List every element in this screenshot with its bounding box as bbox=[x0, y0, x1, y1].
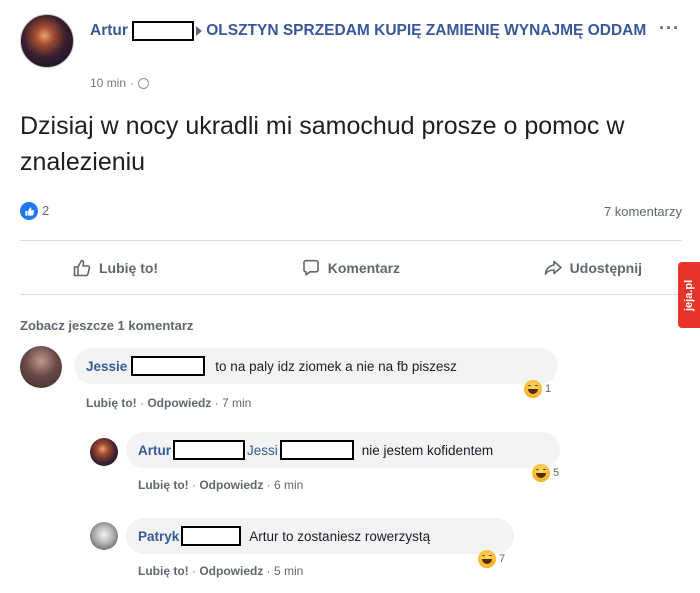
share-icon bbox=[544, 260, 562, 275]
redaction-box bbox=[279, 440, 354, 460]
comment-time[interactable]: 6 min bbox=[274, 478, 303, 492]
commenter-avatar[interactable] bbox=[20, 346, 62, 388]
comment-text: nie jestem kofidentem bbox=[361, 442, 494, 458]
redaction-box bbox=[132, 20, 195, 41]
redaction-box bbox=[181, 526, 242, 546]
like-button[interactable]: Lubię to! bbox=[72, 258, 158, 278]
post-header-title: Artur OLSZTYN SPRZEDAM KUPIĘ ZAMIENIĘ WY… bbox=[90, 20, 650, 42]
share-label: Udostępnij bbox=[569, 260, 642, 276]
comment-bubble: Patryk Artur to zostaniesz rowerzystą bbox=[126, 518, 514, 554]
post-time[interactable]: 10 min bbox=[90, 76, 126, 90]
watermark-logo: jeja.pl bbox=[678, 262, 700, 328]
comment-meta: Lubię to! · Odpowiedz · 6 min bbox=[138, 478, 304, 492]
reaction-count[interactable]: 2 bbox=[42, 203, 49, 218]
post-body: Dzisiaj w nocy ukradli mi samochud prosz… bbox=[20, 112, 625, 176]
divider bbox=[20, 294, 682, 295]
see-more-comments[interactable]: Zobacz jeszcze 1 komentarz bbox=[20, 318, 193, 333]
comment-reaction-count: 7 bbox=[499, 553, 506, 565]
comment-text: Artur to zostaniesz rowerzystą bbox=[249, 528, 431, 544]
reactions-bar: 2 7 komentarzy bbox=[20, 200, 682, 224]
more-options-icon[interactable]: ··· bbox=[659, 18, 680, 39]
like-reaction-icon[interactable] bbox=[20, 202, 38, 220]
post-meta: 10 min · bbox=[90, 76, 150, 90]
divider bbox=[20, 240, 682, 241]
arrow-right-icon bbox=[196, 25, 203, 36]
comment-reply-link[interactable]: Odpowiedz bbox=[147, 396, 211, 410]
comment-reactions[interactable]: 7 bbox=[478, 550, 505, 568]
comment-reactions[interactable]: 5 bbox=[532, 464, 559, 482]
comment-bubble: Jessie to na paly idz ziomek a nie na fb… bbox=[74, 348, 558, 384]
comment-meta: Lubię to! · Odpowiedz · 5 min bbox=[138, 564, 304, 578]
group-name[interactable]: OLSZTYN SPRZEDAM KUPIĘ ZAMIENIĘ WYNAJMĘ … bbox=[206, 22, 646, 39]
haha-icon bbox=[532, 464, 550, 482]
share-button[interactable]: Udostępnij bbox=[543, 258, 642, 278]
mention-name[interactable]: Jessi bbox=[247, 443, 278, 458]
comment-reaction-count: 1 bbox=[545, 383, 552, 395]
comment-time[interactable]: 5 min bbox=[274, 564, 303, 578]
post-header: Artur OLSZTYN SPRZEDAM KUPIĘ ZAMIENIĘ WY… bbox=[20, 14, 680, 94]
comments-count[interactable]: 7 komentarzy bbox=[604, 204, 682, 219]
reply-item: Patryk Artur to zostaniesz rowerzystą Lu… bbox=[90, 514, 680, 584]
comment-like-link[interactable]: Lubię to! bbox=[86, 396, 137, 410]
commenter-name[interactable]: Artur bbox=[138, 443, 171, 458]
comment-button[interactable]: Komentarz bbox=[301, 258, 400, 278]
comment-like-link[interactable]: Lubię to! bbox=[138, 564, 189, 578]
comment-reactions[interactable]: 1 bbox=[524, 380, 551, 398]
post-actions: Lubię to! Komentarz Udostępnij bbox=[20, 248, 682, 288]
reply-item: Artur Jessi nie jestem kofidentem Lubię … bbox=[90, 430, 680, 500]
comment-reply-link[interactable]: Odpowiedz bbox=[199, 564, 263, 578]
comment-label: Komentarz bbox=[327, 260, 401, 276]
comment-reaction-count: 5 bbox=[553, 467, 560, 479]
commenter-avatar[interactable] bbox=[90, 522, 118, 550]
globe-icon bbox=[138, 77, 150, 89]
commenter-name[interactable]: Patryk bbox=[138, 529, 179, 544]
comment-like-link[interactable]: Lubię to! bbox=[138, 478, 189, 492]
comment-meta: Lubię to! · Odpowiedz · 7 min bbox=[86, 396, 252, 410]
like-label: Lubię to! bbox=[99, 260, 159, 276]
comment-icon bbox=[302, 259, 319, 276]
comment-text: to na paly idz ziomek a nie na fb piszes… bbox=[215, 358, 457, 374]
comment-bubble: Artur Jessi nie jestem kofidentem bbox=[126, 432, 560, 468]
haha-icon bbox=[524, 380, 542, 398]
author-name[interactable]: Artur bbox=[90, 22, 128, 39]
comment-time[interactable]: 7 min bbox=[222, 396, 251, 410]
comment-reply-link[interactable]: Odpowiedz bbox=[199, 478, 263, 492]
author-avatar[interactable] bbox=[20, 14, 74, 68]
commenter-avatar[interactable] bbox=[90, 438, 118, 466]
comment-item: Jessie to na paly idz ziomek a nie na fb… bbox=[20, 344, 680, 414]
commenter-name[interactable]: Jessie bbox=[86, 359, 127, 374]
redaction-box bbox=[173, 440, 245, 460]
haha-icon bbox=[478, 550, 496, 568]
thumbs-up-icon bbox=[73, 259, 91, 277]
redaction-box bbox=[131, 356, 206, 376]
